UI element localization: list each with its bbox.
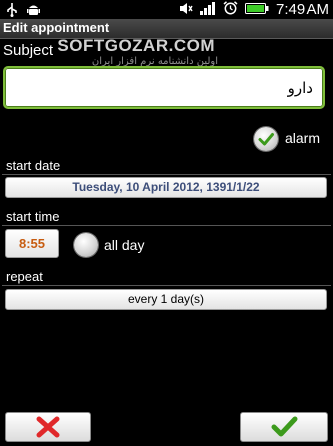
start-time-label: start time [6, 209, 60, 224]
checkmark-icon [271, 416, 298, 437]
alarm-checkmark-icon [258, 133, 274, 146]
alarm-checkbox[interactable] [254, 127, 278, 151]
signal-icon [200, 0, 216, 19]
subject-value: دارو [287, 79, 313, 97]
title-bar: Edit appointment [0, 19, 333, 39]
start-date-label: start date [6, 158, 61, 173]
start-date-button[interactable]: Tuesday, 10 April 2012, 1391/1/22 [5, 177, 327, 198]
all-day-label: all day [104, 237, 145, 253]
repeat-label: repeat [6, 269, 43, 284]
start-time-button[interactable]: 8:55 [5, 229, 59, 258]
repeat-button[interactable]: every 1 day(s) [5, 289, 327, 310]
alarm-label: alarm [285, 130, 321, 146]
ok-button[interactable] [240, 412, 328, 442]
clock-time: 7:49 AM [276, 1, 329, 18]
silent-mode-icon [179, 0, 193, 19]
start-time-divider [2, 225, 331, 226]
cancel-button[interactable] [5, 412, 91, 442]
start-date-divider [2, 174, 331, 175]
repeat-divider [2, 285, 331, 286]
alarm-clock-icon [223, 0, 238, 19]
subject-label: Subject [3, 42, 54, 59]
battery-icon [245, 0, 269, 19]
all-day-checkbox[interactable] [74, 233, 98, 257]
clock-meridiem: AM [306, 1, 330, 18]
window-title: Edit appointment [3, 20, 110, 35]
clock-hours: 7:49 [276, 1, 306, 18]
subject-input[interactable]: دارو [3, 66, 325, 109]
cross-icon [36, 416, 60, 438]
status-bar: 7:49 AM [0, 0, 333, 19]
